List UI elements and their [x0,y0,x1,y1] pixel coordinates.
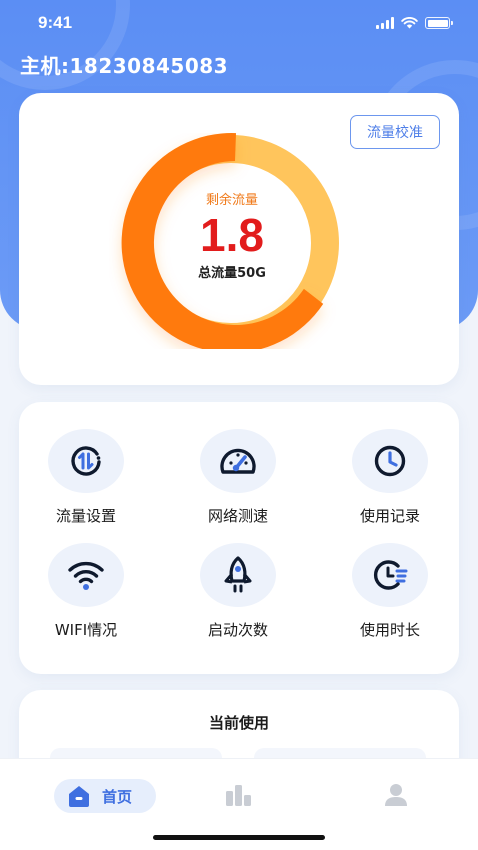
user-icon[interactable] [383,783,409,807]
status-icons [376,17,453,29]
feature-label: 使用时长 [359,621,420,639]
feature-usage-duration[interactable]: 使用时长 [330,543,450,640]
home-icon [69,786,89,807]
feature-label: 流量设置 [55,507,116,525]
traffic-card: 流量校准 剩余流量 1.8 总流量50G [19,93,459,385]
cellular-signal-icon [376,17,394,29]
total-label: 总流量50G [198,266,266,281]
speedometer-icon [200,429,276,493]
wifi-icon [48,543,124,607]
battery-icon [425,17,453,29]
feature-traffic-setting[interactable]: 流量设置 [26,429,146,526]
feature-wifi-status[interactable]: WIFI情况 [26,543,146,640]
status-time: 9:41 [38,13,73,32]
feature-label: WIFI情况 [54,621,118,639]
status-bar: 9:41 [0,0,478,46]
calibrate-button[interactable]: 流量校准 [350,115,440,149]
feature-speed-test[interactable]: 网络测速 [178,429,298,526]
current-usage-title: 当前使用 [208,714,269,732]
bar-chart-icon[interactable] [224,783,254,807]
remaining-label: 剩余流量 [205,193,258,208]
remaining-value: 1.8 [200,209,264,261]
tab-bar: 首页 [0,758,478,850]
traffic-setting-icon [48,429,124,493]
host-label: 主机:18230845083 [20,54,229,78]
donut-center: 剩余流量 1.8 总流量50G [129,189,335,281]
feature-grid-card: 流量设置 网络测速 使用记录 WIFI情况 启动次数 使用时长 [19,402,459,674]
wifi-status-icon [401,17,418,29]
rocket-icon [200,543,276,607]
feature-label: 网络测速 [207,507,268,525]
home-indicator [153,835,325,840]
tab-home-label: 首页 [102,787,133,806]
feature-label: 使用记录 [359,507,420,525]
usage-time-icon [352,543,428,607]
feature-label: 启动次数 [207,621,268,639]
feature-launch-count[interactable]: 启动次数 [178,543,298,640]
feature-usage-record[interactable]: 使用记录 [330,429,450,526]
tab-home[interactable]: 首页 [54,779,156,813]
clock-icon [352,429,428,493]
